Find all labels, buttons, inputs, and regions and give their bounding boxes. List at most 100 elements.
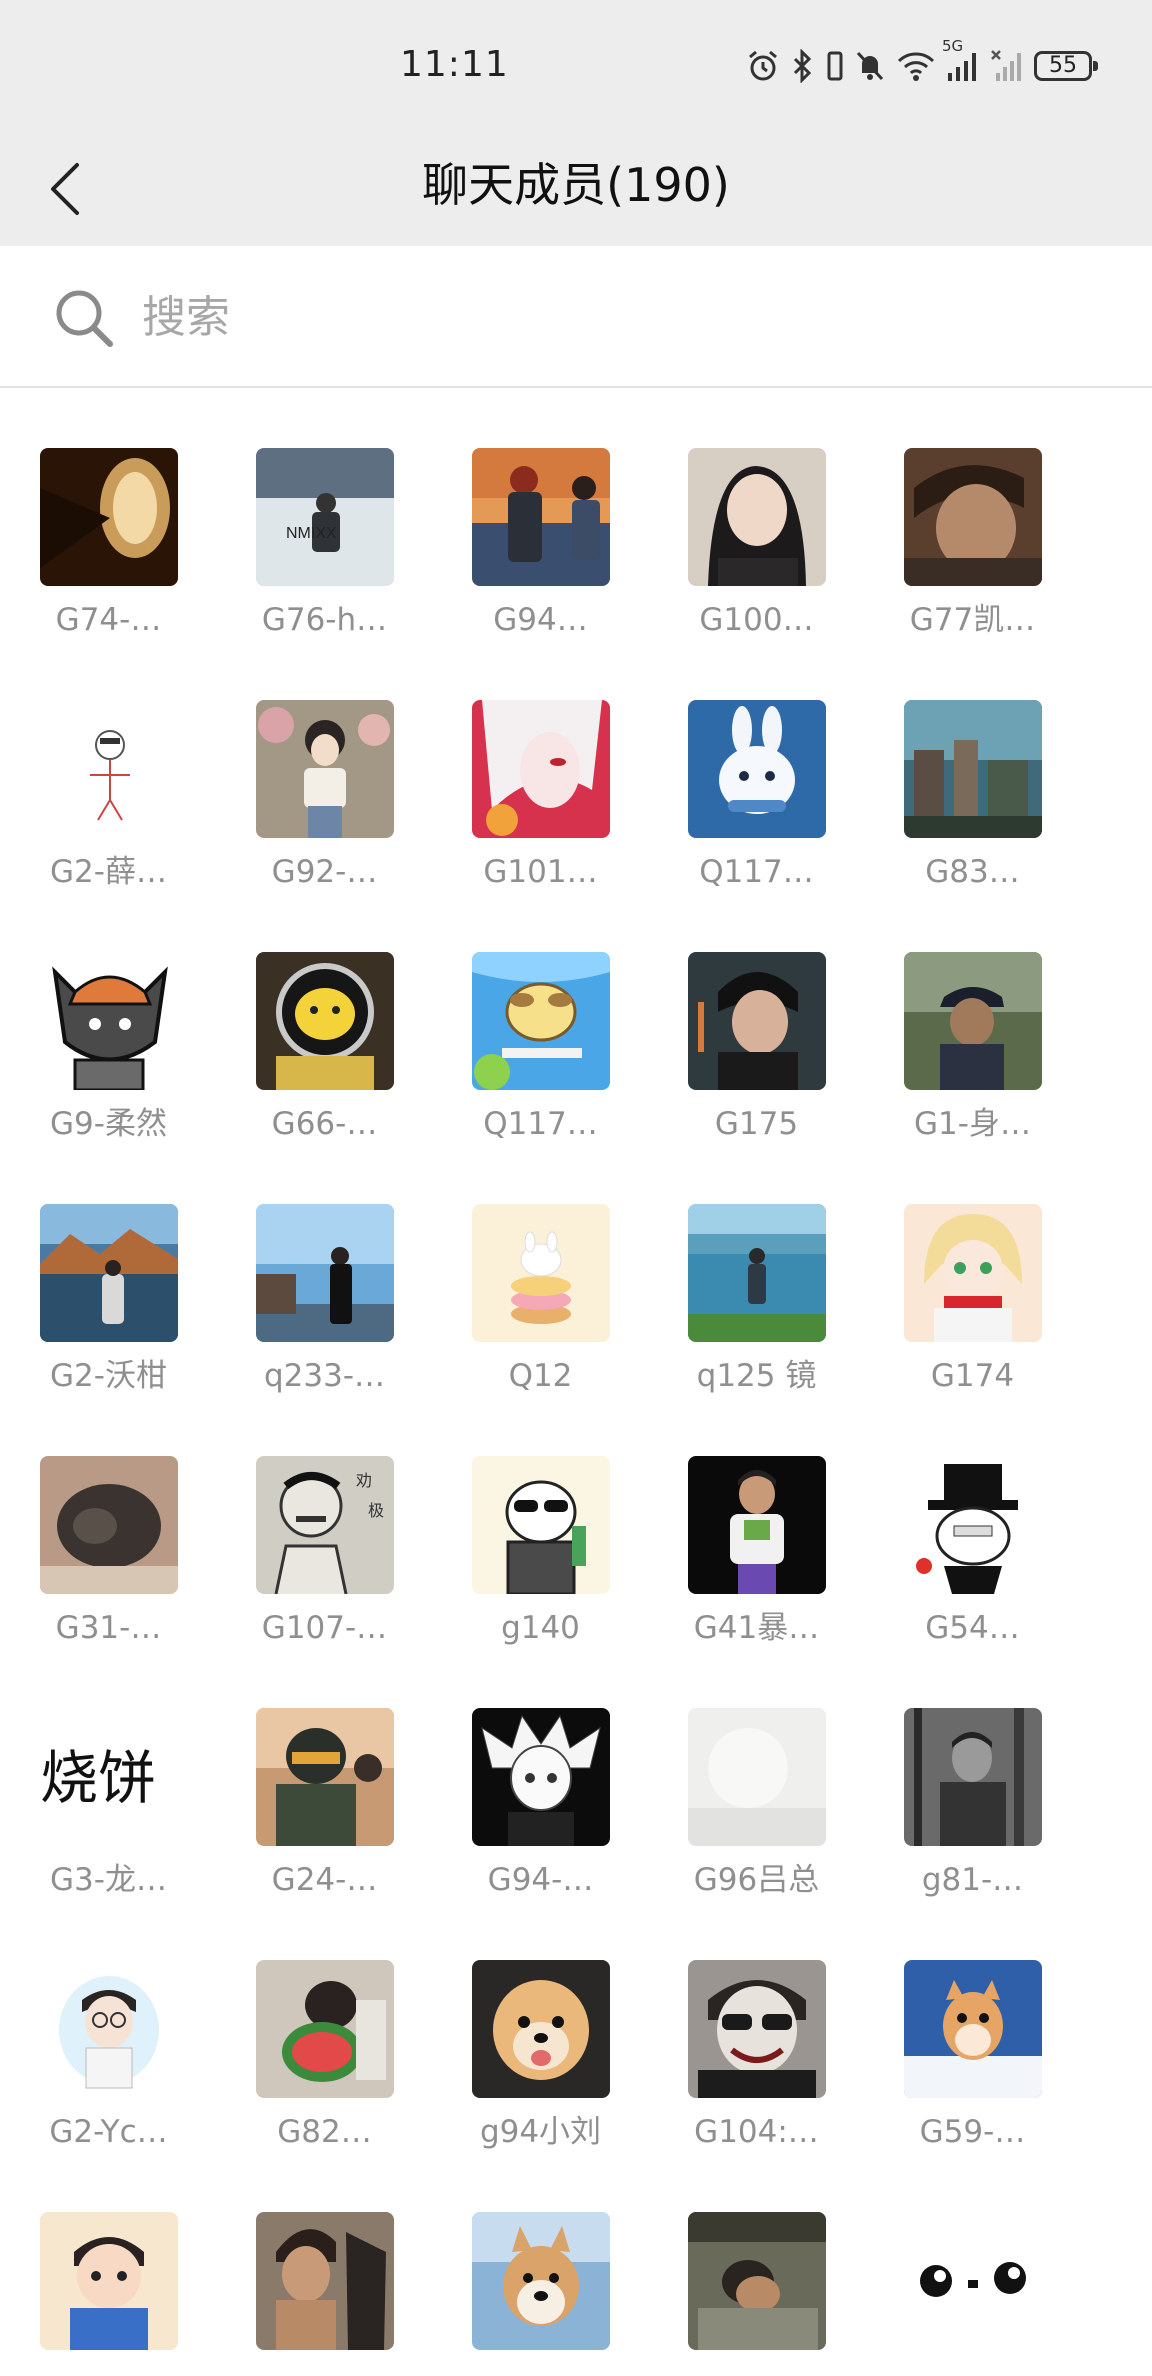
vibrate-battery-icon [827, 51, 843, 81]
member-name: G94-… [487, 1862, 594, 1898]
member-item[interactable]: NMIXX G76-h… [241, 388, 409, 638]
member-item[interactable]: G31-… [25, 1396, 193, 1646]
member-avatar [255, 700, 394, 838]
member-item[interactable]: G174 [889, 1144, 1057, 1394]
svg-text:劝: 劝 [356, 1471, 372, 1490]
member-name: G104:… [694, 2114, 819, 2150]
member-item[interactable]: G100… [673, 388, 841, 638]
member-item[interactable]: g81-… [889, 1648, 1057, 1898]
member-name: q233-… [263, 1358, 386, 1394]
member-avatar: NMIXX [255, 448, 394, 586]
member-item[interactable]: G94… [457, 388, 625, 638]
member-item[interactable] [457, 2152, 625, 2376]
member-name: g140 [501, 1610, 580, 1646]
member-avatar [903, 1708, 1042, 1846]
member-item[interactable]: g140 [457, 1396, 625, 1646]
member-avatar: 烧饼 [39, 1708, 178, 1846]
member-avatar [687, 700, 826, 838]
member-avatar [471, 1456, 610, 1594]
member-name: G41暴… [693, 1610, 820, 1646]
member-avatar [687, 1456, 826, 1594]
member-item[interactable] [673, 2152, 841, 2376]
member-item[interactable]: G92-… [241, 640, 409, 890]
member-name: G1-身… [914, 1106, 1031, 1142]
member-item[interactable]: G96吕总 [673, 1648, 841, 1898]
member-name: Q117… [483, 1106, 598, 1142]
member-name: G174 [930, 1358, 1015, 1394]
member-name: G2-沃柑 [50, 1358, 167, 1394]
page-title: 聊天成员(190) [422, 158, 730, 212]
member-name: G2-薛… [50, 854, 167, 890]
mute-icon [856, 51, 884, 81]
member-item[interactable]: G83… [889, 640, 1057, 890]
signal-no-sim-icon [991, 50, 1021, 81]
member-avatar [687, 1708, 826, 1846]
member-item[interactable]: G101… [457, 640, 625, 890]
member-avatar [39, 952, 178, 1090]
signal-5g-icon: 5G [942, 37, 980, 83]
member-item[interactable]: G54… [889, 1396, 1057, 1646]
svg-text:烧饼: 烧饼 [40, 1744, 156, 1812]
member-item[interactable] [889, 2152, 1057, 2376]
member-name: G2-Yc… [49, 2114, 168, 2150]
member-item[interactable]: G82… [241, 1900, 409, 2150]
member-name: G59-… [919, 2114, 1026, 2150]
member-avatar [255, 1204, 394, 1342]
member-item[interactable] [241, 2152, 409, 2376]
member-item[interactable]: G2-Yc… [25, 1900, 193, 2150]
member-name: G83… [925, 854, 1020, 890]
member-item[interactable]: Q12 [457, 1144, 625, 1394]
member-item[interactable]: G2-沃柑 [25, 1144, 193, 1394]
member-avatar [687, 1204, 826, 1342]
member-avatar [39, 2212, 178, 2350]
member-avatar [255, 952, 394, 1090]
member-name: G92-… [271, 854, 378, 890]
member-name: G24-… [271, 1862, 378, 1898]
member-item[interactable]: 劝极 G107-… [241, 1396, 409, 1646]
search-icon [56, 290, 113, 347]
member-avatar [255, 1960, 394, 2098]
member-item[interactable]: 烧饼 G3-龙… [25, 1648, 193, 1898]
member-item[interactable]: G24-… [241, 1648, 409, 1898]
member-item[interactable]: G59-… [889, 1900, 1057, 2150]
member-avatar [471, 700, 610, 838]
member-item[interactable]: G74-… [25, 388, 193, 638]
member-avatar [471, 1204, 610, 1342]
member-item[interactable]: G77凯… [889, 388, 1057, 638]
member-avatar [687, 1960, 826, 2098]
search-bar [0, 246, 1152, 388]
member-item[interactable]: q125 镜 [673, 1144, 841, 1394]
member-avatar [903, 1456, 1042, 1594]
member-item[interactable]: G2-薛… [25, 640, 193, 890]
member-name: G175 [714, 1106, 799, 1142]
member-grid: G74-… NMIXX G76-h… G94… G100… G77凯… G2-薛… G92-…… [0, 388, 1152, 2376]
status-icons: 5G 55 [746, 37, 1098, 88]
member-item[interactable]: G1-身… [889, 892, 1057, 1142]
member-avatar [39, 1204, 178, 1342]
member-avatar [471, 1708, 610, 1846]
member-item[interactable]: G104:… [673, 1900, 841, 2150]
svg-text:极: 极 [368, 1501, 384, 1520]
member-avatar [903, 2212, 1042, 2350]
member-name: q125 镜 [696, 1358, 817, 1394]
member-item[interactable]: G94-… [457, 1648, 625, 1898]
member-name: g94小刘 [479, 2114, 602, 2150]
member-name: Q117… [699, 854, 814, 890]
member-name: G101… [483, 854, 598, 890]
member-name: G100… [699, 602, 814, 638]
member-item[interactable]: Q117… [457, 892, 625, 1142]
member-item[interactable]: g94小刘 [457, 1900, 625, 2150]
member-name: G74-… [55, 602, 162, 638]
member-item[interactable] [25, 2152, 193, 2376]
search-input[interactable] [142, 282, 1042, 352]
member-name: G96吕总 [693, 1862, 820, 1898]
member-item[interactable]: Q117… [673, 640, 841, 890]
member-item[interactable]: G9-柔然 [25, 892, 193, 1142]
member-item[interactable]: q233-… [241, 1144, 409, 1394]
member-item[interactable]: G41暴… [673, 1396, 841, 1646]
member-item[interactable]: G175 [673, 892, 841, 1142]
member-item[interactable]: G66-… [241, 892, 409, 1142]
member-avatar [903, 1960, 1042, 2098]
member-avatar [471, 2212, 610, 2350]
wifi-icon [897, 52, 935, 81]
